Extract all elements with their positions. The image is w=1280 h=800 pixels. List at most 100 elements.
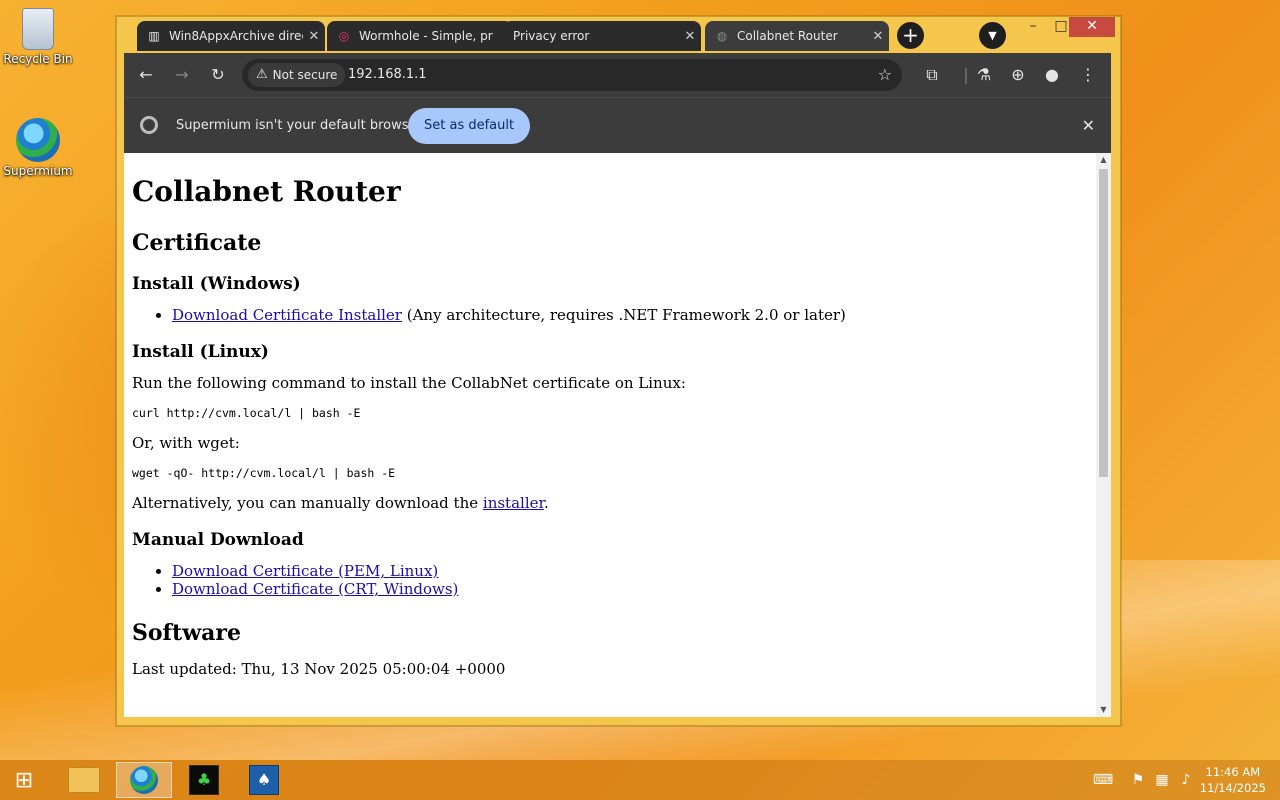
folder-icon [68, 767, 100, 793]
back-button[interactable]: ← [134, 63, 158, 87]
more-vert-icon: ⋮ [1080, 65, 1096, 84]
supermium-taskbar-button[interactable] [116, 762, 172, 798]
manual-download-list: Download Certificate (PEM, Linux) Downlo… [132, 562, 1092, 598]
clock-time: 11:46 AM [1205, 765, 1261, 779]
tab-search-button[interactable]: ▼ [979, 22, 1006, 49]
file-explorer-button[interactable] [56, 762, 112, 798]
close-icon: ✕ [1086, 18, 1098, 34]
supermium-logo-icon [140, 116, 158, 134]
last-updated-text: Last updated: Thu, 13 Nov 2025 05:00:04 … [132, 660, 506, 678]
warning-icon: ⚠ [256, 67, 268, 82]
url-text[interactable]: 192.168.1.1 [348, 59, 427, 91]
cards-icon: ♠ [249, 765, 279, 795]
supermium-label: Supermium [3, 164, 73, 178]
globe-icon: ◍ [716, 29, 728, 43]
close-infobar-icon[interactable]: ✕ [1082, 98, 1095, 154]
download-icon: ⊕ [1011, 65, 1025, 84]
page-scrollbar[interactable]: ▲ ▼ [1096, 153, 1111, 717]
minimize-icon: – [1029, 18, 1037, 34]
security-label: Not secure [272, 68, 338, 82]
infobar-message: Supermium isn't your default browser [176, 118, 422, 133]
labs-button[interactable]: ⚗ [972, 63, 996, 87]
list-item: Download Certificate Installer (Any arch… [172, 306, 1092, 324]
browser-window: ▥ Win8AppxArchive direc ✕ ◎ Wormhole - S… [116, 16, 1121, 726]
flask-icon: ⚗ [976, 65, 992, 84]
new-tab-button[interactable]: + [897, 22, 924, 49]
tab-win8appxarchive[interactable]: ▥ Win8AppxArchive direc ✕ [137, 21, 325, 51]
tab-privacy-error[interactable]: Privacy error ✕ [503, 21, 701, 51]
list-item: Download Certificate (PEM, Linux) [172, 562, 1092, 580]
close-window-button[interactable]: ✕ [1069, 17, 1115, 37]
alternative-text-suffix: . [544, 494, 549, 512]
document-icon: ▥ [148, 29, 160, 43]
tab-title: Wormhole - Simple, pr [359, 29, 493, 43]
download-certificate-installer-link[interactable]: Download Certificate Installer [172, 306, 402, 324]
tab-strip: ▥ Win8AppxArchive direc ✕ ◎ Wormhole - S… [117, 17, 1120, 53]
security-indicator[interactable]: ⚠ Not secure [248, 63, 346, 87]
windows-logo-icon: ⊞ [14, 767, 34, 793]
start-button[interactable]: ⊞ [0, 762, 48, 798]
bookmark-star-icon[interactable]: ☆ [878, 63, 892, 87]
arrow-left-icon: ← [139, 65, 153, 84]
forward-button[interactable]: → [170, 63, 194, 87]
tab-wormhole[interactable]: ◎ Wormhole - Simple, pr [327, 21, 513, 51]
taskbar: ⊞ ♣ ♠ ⌨ ⚑ ▦ ♪ 11:46 AM 11/14/2025 [0, 760, 1280, 800]
installer-link[interactable]: installer [483, 494, 544, 512]
maximize-icon: □ [1054, 18, 1068, 34]
taskbar-clock[interactable]: 11:46 AM 11/14/2025 [1200, 764, 1266, 796]
download-pem-link[interactable]: Download Certificate (PEM, Linux) [172, 562, 438, 580]
action-center-flag-icon[interactable]: ⚑ [1128, 770, 1148, 790]
arrow-right-icon: → [175, 65, 189, 84]
scroll-up-arrow-icon[interactable]: ▲ [1096, 153, 1111, 167]
set-as-default-button[interactable]: Set as default [408, 108, 531, 144]
alternative-text: Alternatively, you can manually download… [132, 494, 1092, 512]
profile-button[interactable]: ● [1040, 63, 1064, 87]
tab-title: Privacy error [513, 29, 590, 43]
supermium-icon [16, 118, 60, 162]
supermium-icon [130, 766, 158, 794]
wormhole-icon: ◎ [338, 29, 350, 43]
close-tab-icon[interactable]: ✕ [303, 29, 325, 44]
page-viewport: Collabnet Router Certificate Install (Wi… [124, 153, 1111, 717]
puzzle-icon: ⧉ [926, 65, 938, 84]
browser-toolbar: ← → ↻ ⚠ Not secure 192.168.1.1 ☆ ⧉ | ⚗ ⊕… [124, 53, 1111, 97]
install-windows-heading: Install (Windows) [132, 274, 301, 294]
download-crt-link[interactable]: Download Certificate (CRT, Windows) [172, 580, 458, 598]
scrollbar-thumb[interactable] [1099, 169, 1108, 477]
recycle-bin-icon [22, 8, 54, 50]
extensions-button[interactable]: ⧉ [920, 63, 944, 87]
volume-muted-icon[interactable]: ♪ [1176, 770, 1196, 790]
network-icon[interactable]: ▦ [1152, 770, 1172, 790]
app-icon: ♣ [189, 765, 219, 795]
close-tab-icon[interactable]: ✕ [867, 29, 889, 44]
scroll-down-arrow-icon[interactable]: ▼ [1096, 703, 1111, 717]
page-title: Collabnet Router [132, 175, 401, 208]
recycle-bin-label: Recycle Bin [3, 52, 73, 66]
solitaire-taskbar-button[interactable]: ♠ [236, 762, 292, 798]
manual-download-heading: Manual Download [132, 530, 304, 550]
or-wget-text: Or, with wget: [132, 434, 240, 452]
windows-download-list: Download Certificate Installer (Any arch… [132, 306, 1092, 324]
minimize-button[interactable]: – [1019, 17, 1047, 37]
tab-title: Win8AppxArchive direc [169, 29, 303, 43]
reload-button[interactable]: ↻ [206, 63, 230, 87]
menu-button[interactable]: ⋮ [1076, 63, 1100, 87]
app-taskbar-button[interactable]: ♣ [176, 762, 232, 798]
chevron-down-icon: ▼ [988, 29, 997, 42]
keyboard-icon[interactable]: ⌨ [1088, 770, 1118, 790]
close-tab-icon[interactable]: ✕ [679, 29, 701, 44]
downloads-button[interactable]: ⊕ [1006, 63, 1030, 87]
wget-command: wget -qO- http://cvm.local/l | bash -E [132, 466, 396, 480]
person-icon: ● [1045, 65, 1059, 84]
install-linux-text: Run the following command to install the… [132, 374, 686, 392]
certificate-heading: Certificate [132, 230, 262, 256]
page-content: Collabnet Router Certificate Install (Wi… [132, 153, 1092, 690]
supermium-shortcut[interactable]: Supermium [0, 118, 76, 178]
software-heading: Software [132, 620, 241, 646]
address-bar[interactable]: ⚠ Not secure 192.168.1.1 ☆ [242, 59, 902, 91]
tab-collabnet-router[interactable]: ◍ Collabnet Router ✕ [705, 21, 889, 51]
recycle-bin-shortcut[interactable]: Recycle Bin [0, 8, 76, 66]
tab-title: Collabnet Router [737, 29, 838, 43]
alternative-text-prefix: Alternatively, you can manually download… [132, 494, 483, 512]
installer-note: (Any architecture, requires .NET Framewo… [401, 306, 846, 324]
